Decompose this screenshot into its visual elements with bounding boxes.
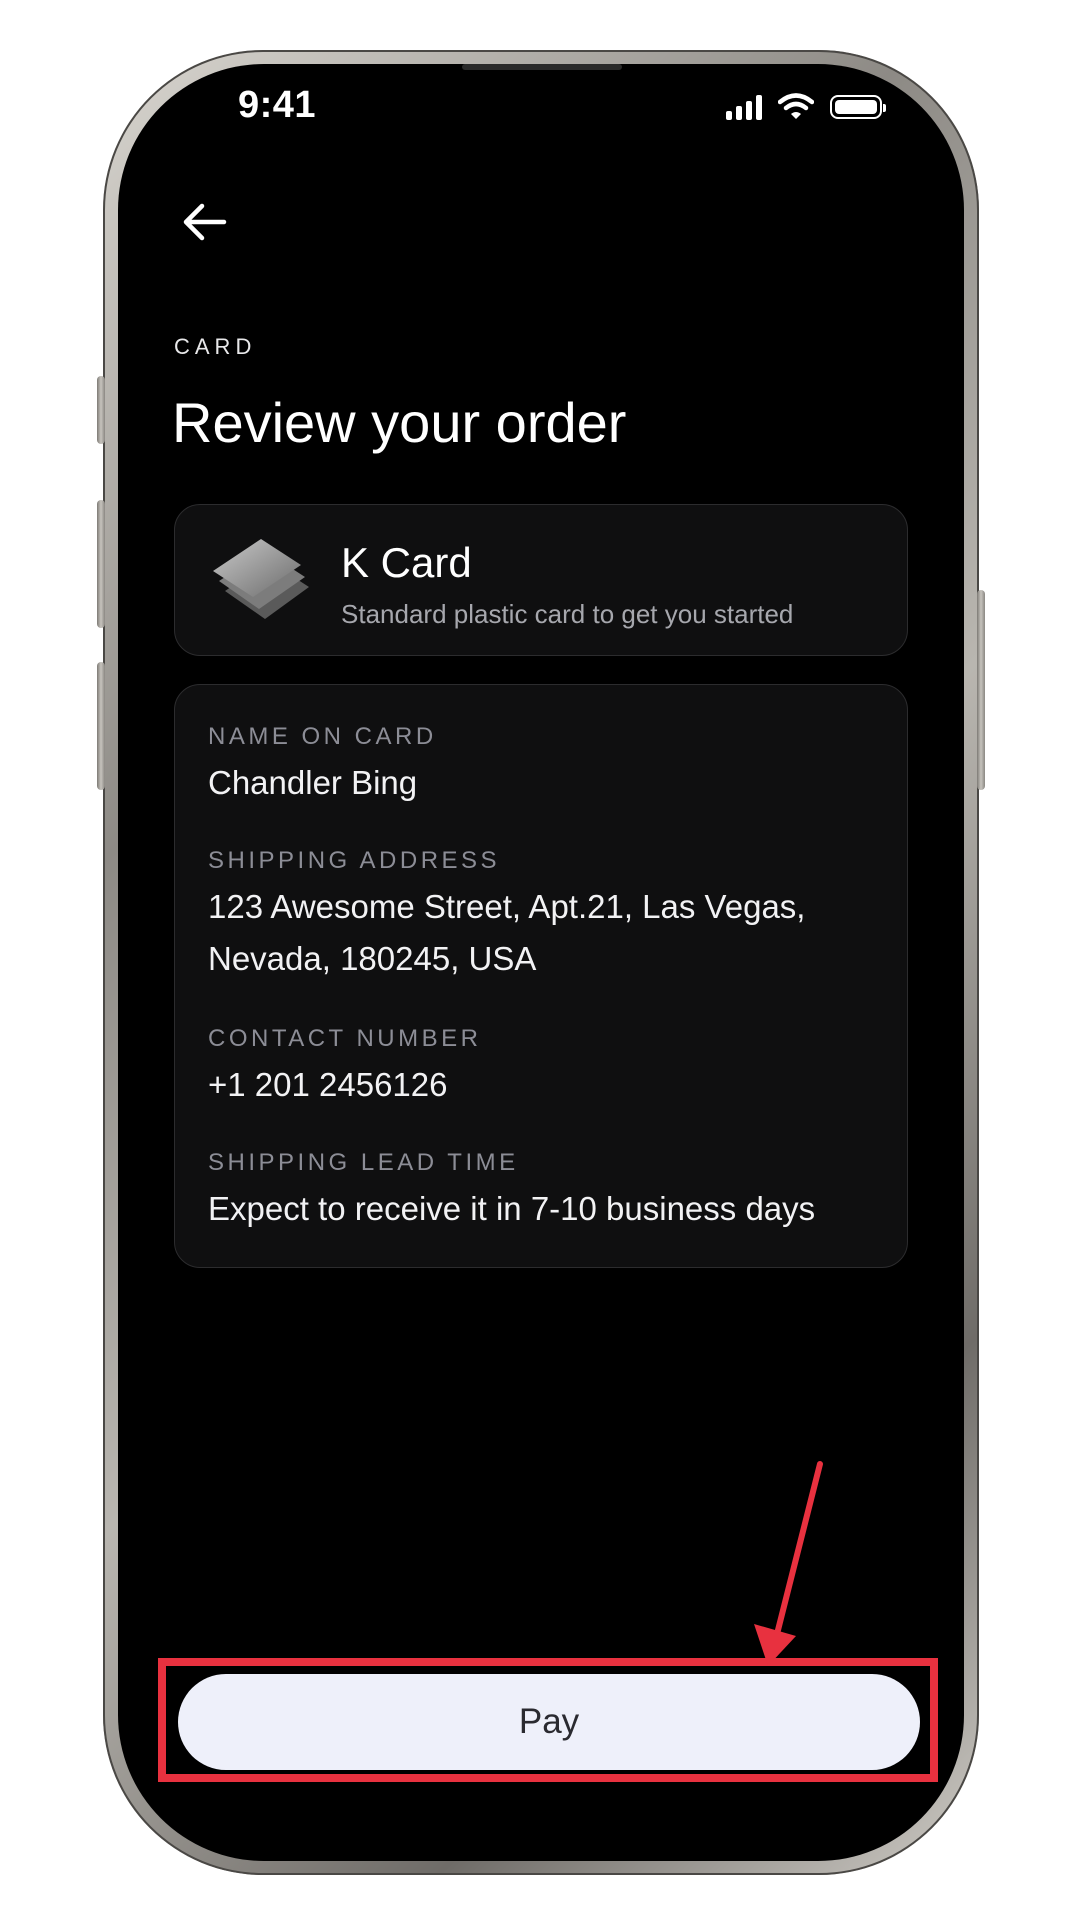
power-button: [977, 590, 985, 790]
shipping-address-line1: 123 Awesome Street, Apt.21, Las Vegas,: [208, 888, 806, 925]
shipping-address-line2: Nevada, 180245, USA: [208, 940, 537, 977]
speaker-notch: [462, 64, 622, 70]
battery-icon: [830, 95, 886, 119]
product-card: K Card Standard plastic card to get you …: [174, 504, 908, 656]
shipping-lead-time-value: Expect to receive it in 7-10 business da…: [208, 1190, 816, 1227]
shipping-lead-time-label: SHIPPING LEAD TIME: [208, 1149, 519, 1176]
contact-number-label: CONTACT NUMBER: [208, 1025, 482, 1052]
arrow-annotation-icon: [754, 1461, 823, 1666]
product-name: K Card: [341, 539, 472, 586]
action-button: [97, 376, 105, 444]
volume-down-button: [97, 662, 105, 790]
shipping-address-label: SHIPPING ADDRESS: [208, 847, 501, 874]
cellular-signal-icon: [726, 94, 762, 120]
highlight-box: [158, 1658, 938, 1782]
order-details-card: NAME ON CARD Chandler Bing SHIPPING ADDR…: [174, 684, 908, 1268]
arrow-left-icon[interactable]: [178, 196, 230, 248]
product-description: Standard plastic card to get you started: [341, 599, 794, 629]
status-time: 9:41: [238, 84, 317, 126]
volume-up-button: [97, 500, 105, 628]
name-on-card-label: NAME ON CARD: [208, 723, 437, 750]
name-on-card-value: Chandler Bing: [208, 764, 418, 801]
status-icons: [726, 92, 886, 122]
section-eyebrow: CARD: [174, 334, 257, 359]
contact-number-value: +1 201 2456126: [208, 1066, 448, 1103]
stacked-cards-icon: [213, 539, 309, 619]
page-title: Review your order: [172, 391, 627, 454]
wifi-icon: [778, 93, 814, 119]
